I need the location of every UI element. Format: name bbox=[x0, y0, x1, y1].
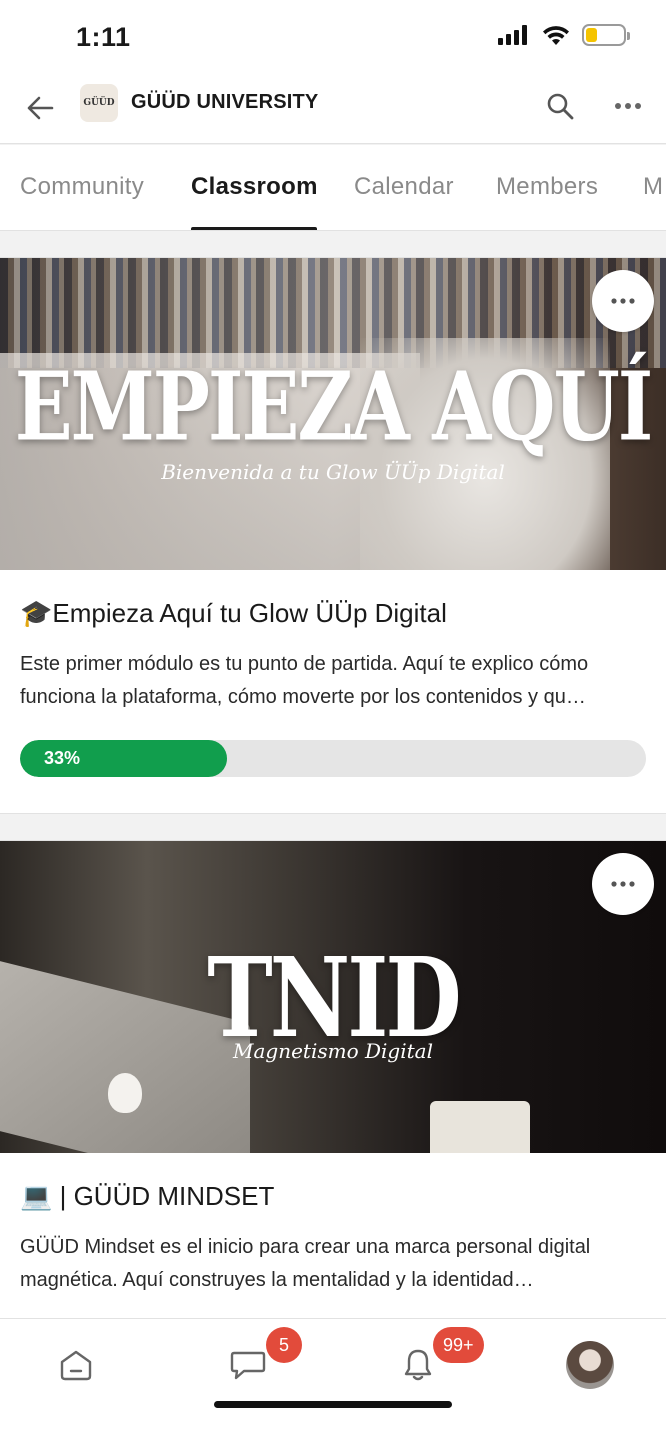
battery-icon bbox=[582, 24, 630, 46]
more-dots-icon bbox=[611, 298, 635, 304]
course-card[interactable]: TNID Magnetismo Digital 💻 | GÜÜD MINDSET… bbox=[0, 840, 666, 1320]
course-more-button[interactable] bbox=[592, 853, 654, 915]
tab-classroom[interactable]: Classroom bbox=[191, 173, 318, 201]
notifications-badge: 99+ bbox=[433, 1327, 484, 1363]
course-cover-image[interactable]: EMPIEZA AQUÍ Bienvenida a tu Glow ÜÜp Di… bbox=[0, 258, 666, 570]
back-button[interactable] bbox=[20, 88, 60, 128]
course-cover-image[interactable]: TNID Magnetismo Digital bbox=[0, 841, 666, 1153]
tab-calendar[interactable]: Calendar bbox=[354, 173, 454, 201]
course-progress-label: 33% bbox=[44, 748, 81, 768]
more-dots-icon bbox=[611, 881, 635, 887]
tab-more[interactable]: M bbox=[643, 173, 663, 201]
course-title[interactable]: 💻 | GÜÜD MINDSET bbox=[20, 1181, 274, 1212]
search-icon bbox=[547, 93, 574, 120]
cover-title: EMPIEZA AQUÍ bbox=[14, 350, 654, 463]
status-bar: 1:11 bbox=[0, 0, 666, 74]
wifi-icon bbox=[543, 25, 569, 45]
chat-badge: 5 bbox=[266, 1327, 302, 1363]
tab-bar: Community Classroom Calendar Members M bbox=[0, 145, 666, 231]
bottom-nav: 5 99+ bbox=[0, 1318, 666, 1440]
back-arrow-icon bbox=[27, 96, 54, 120]
nav-chat-button[interactable] bbox=[226, 1343, 270, 1387]
header-more-button[interactable] bbox=[608, 86, 648, 126]
cover-background-cup bbox=[430, 1101, 530, 1153]
home-indicator bbox=[214, 1401, 452, 1408]
app-header: GÜÜD GÜÜD UNIVERSITY bbox=[0, 74, 666, 144]
status-time: 1:11 bbox=[76, 22, 131, 52]
course-more-button[interactable] bbox=[592, 270, 654, 332]
course-description: Este primer módulo es tu punto de partid… bbox=[20, 653, 589, 708]
chat-icon bbox=[230, 1351, 266, 1380]
profile-avatar[interactable] bbox=[566, 1341, 614, 1389]
course-title[interactable]: 🎓Empieza Aquí tu Glow ÜÜp Digital bbox=[20, 598, 447, 629]
status-icons bbox=[498, 24, 630, 46]
more-dots-icon bbox=[615, 103, 641, 109]
course-card[interactable]: EMPIEZA AQUÍ Bienvenida a tu Glow ÜÜp Di… bbox=[0, 257, 666, 814]
search-button[interactable] bbox=[540, 86, 580, 126]
home-icon bbox=[60, 1350, 92, 1381]
nav-home-button[interactable] bbox=[54, 1343, 98, 1387]
active-tab-indicator bbox=[191, 227, 317, 230]
tab-community[interactable]: Community bbox=[20, 173, 144, 201]
cover-subtitle: Bienvenida a tu Glow ÜÜp Digital bbox=[161, 460, 505, 484]
course-progress-fill: 33% bbox=[20, 740, 227, 777]
course-description: GÜÜD Mindset es el inicio para crear una… bbox=[20, 1236, 591, 1291]
course-progress-bar: 33% bbox=[20, 740, 646, 777]
cellular-signal-icon bbox=[498, 25, 527, 45]
tab-members[interactable]: Members bbox=[496, 173, 598, 201]
cover-background-logo bbox=[108, 1073, 142, 1113]
group-logo[interactable]: GÜÜD bbox=[80, 84, 118, 122]
group-name[interactable]: GÜÜD UNIVERSITY bbox=[131, 91, 318, 114]
bell-icon bbox=[404, 1349, 432, 1381]
cover-subtitle: Magnetismo Digital bbox=[233, 1039, 433, 1063]
